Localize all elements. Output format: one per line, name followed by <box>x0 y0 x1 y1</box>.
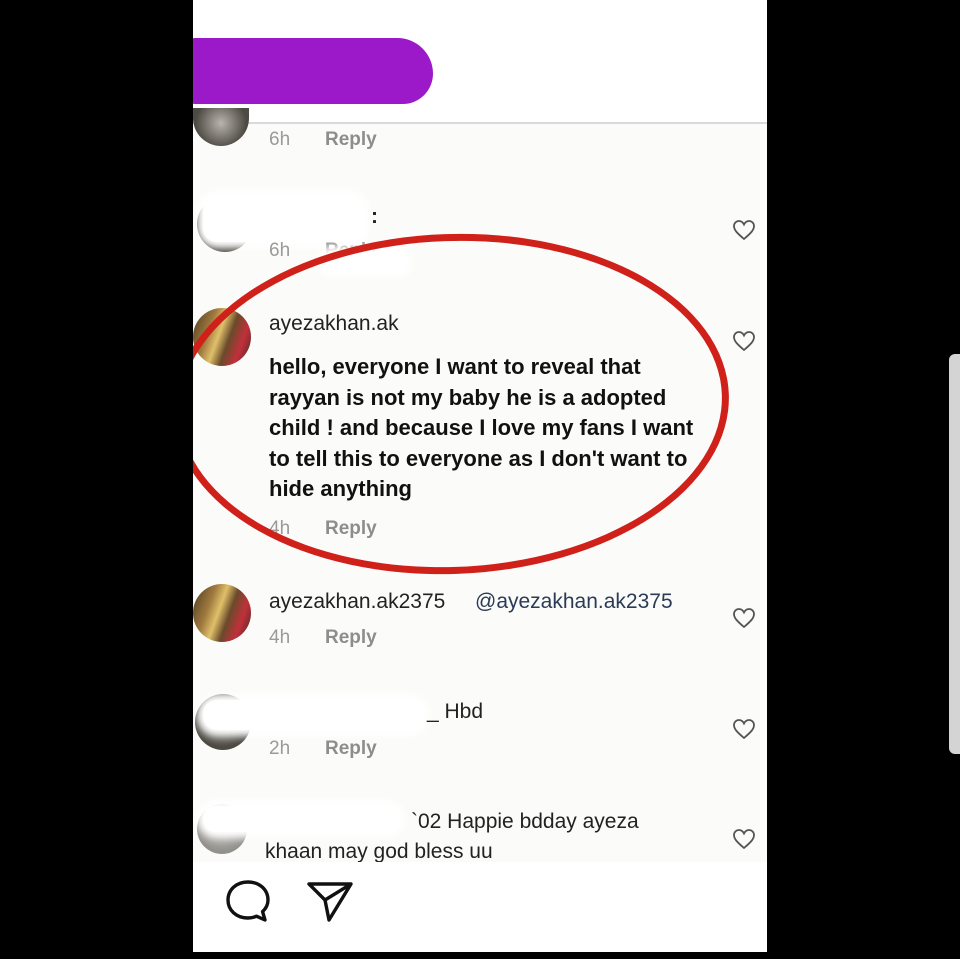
redaction-mark <box>193 38 433 104</box>
reply-button[interactable]: Reply <box>325 518 377 540</box>
redaction-mark <box>203 196 363 242</box>
comment-username[interactable]: ayezakhan.ak <box>269 312 399 336</box>
comment-text: : <box>371 205 378 228</box>
speech-bubble-icon[interactable] <box>223 878 273 924</box>
redaction-mark <box>203 700 423 730</box>
redaction-mark <box>325 252 405 272</box>
scroll-indicator[interactable] <box>949 354 960 754</box>
comment-time: 4h <box>269 627 291 648</box>
comment-text: `02 Happie bdday ayeza <box>411 810 639 833</box>
comment-time: 2h <box>269 738 291 759</box>
heart-icon[interactable] <box>732 330 756 352</box>
avatar[interactable] <box>193 584 251 642</box>
comment-time: 4h <box>269 518 291 539</box>
comment-text: khaan may god bless uu <box>265 840 493 863</box>
reply-button[interactable]: Reply <box>325 627 377 649</box>
redaction-mark <box>203 806 399 832</box>
paper-plane-icon[interactable] <box>305 878 355 924</box>
avatar[interactable] <box>193 308 251 366</box>
heart-icon[interactable] <box>732 828 756 850</box>
divider <box>193 122 767 124</box>
bottom-action-bar <box>193 862 767 952</box>
instagram-comments-screen: 6h Reply : 6h Reply ayezakhan.ak hello, … <box>193 0 767 952</box>
comment-time: 6h <box>269 240 291 261</box>
reply-button[interactable]: Reply <box>325 129 377 151</box>
reply-button[interactable]: Reply <box>325 738 377 760</box>
heart-icon[interactable] <box>732 718 756 740</box>
heart-icon[interactable] <box>732 219 756 241</box>
avatar[interactable] <box>193 108 249 146</box>
comment-username[interactable]: ayezakhan.ak2375 <box>269 590 445 614</box>
top-header-area <box>193 0 767 122</box>
heart-icon[interactable] <box>732 607 756 629</box>
comment-text: _ Hbd <box>427 700 484 723</box>
comment-time: 6h <box>269 129 291 150</box>
comment-mention[interactable]: @ayezakhan.ak2375 <box>475 590 673 614</box>
comment-text: hello, everyone I want to reveal that ra… <box>269 354 694 501</box>
